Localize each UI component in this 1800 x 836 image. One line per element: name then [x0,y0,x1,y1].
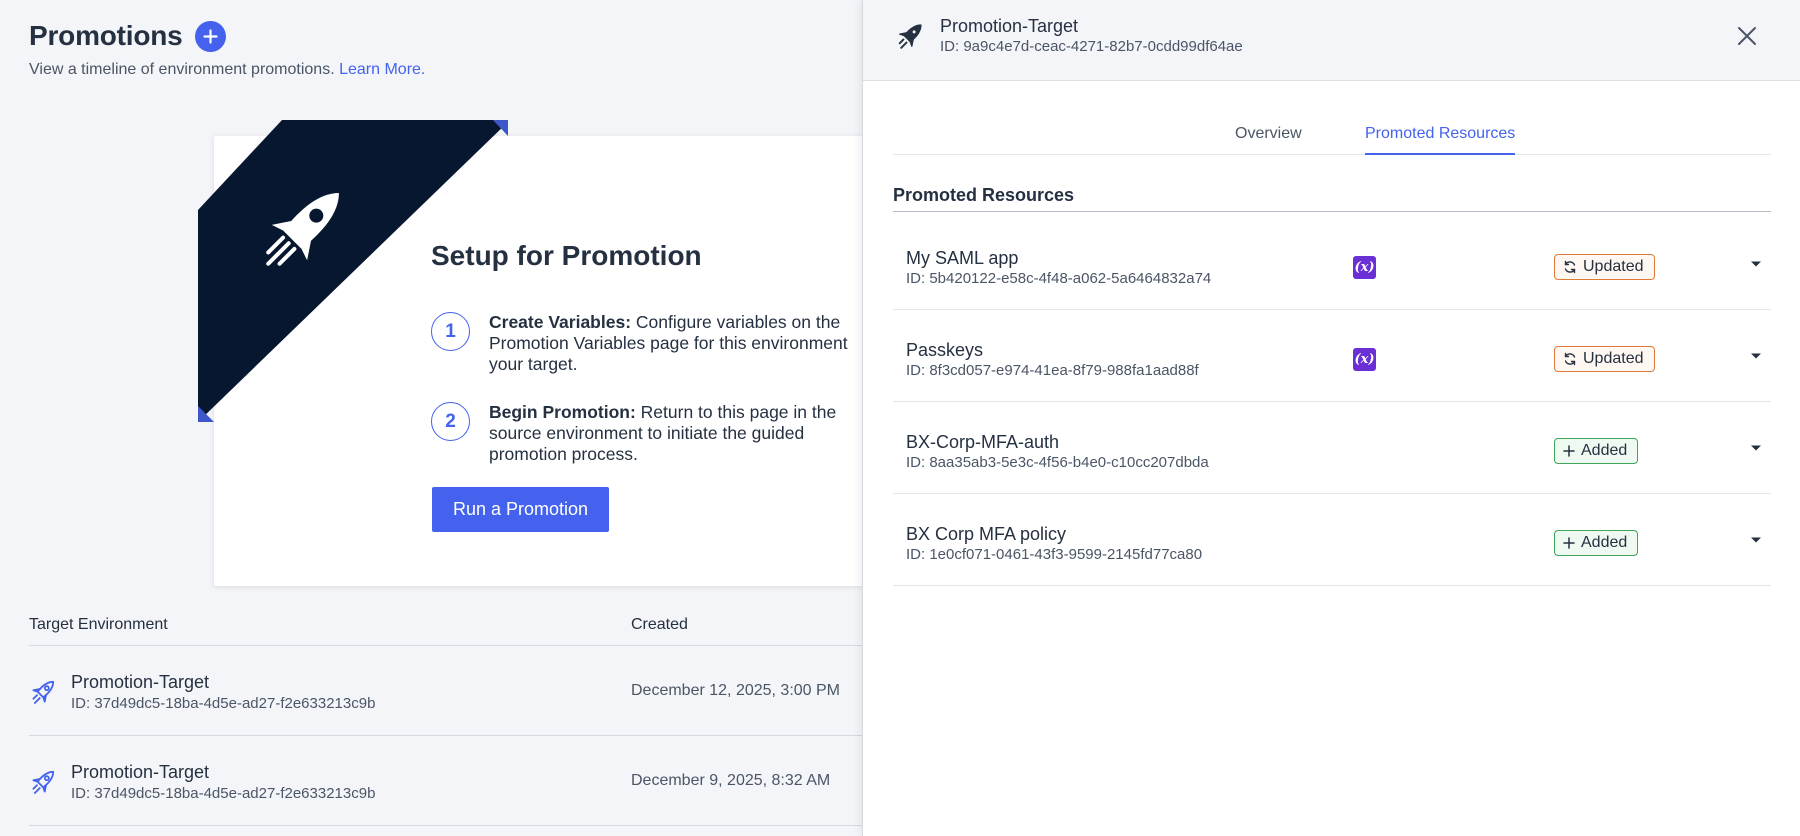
sync-icon [1563,352,1577,366]
resource-row[interactable]: BX-Corp-MFA-auth ID: 8aa35ab3-5e3c-4f56-… [893,402,1771,494]
resource-id: ID: 5b420122-e58c-4f48-a062-5a6464832a74 [906,270,1212,287]
resource-row[interactable]: BX Corp MFA policy ID: 1e0cf071-0461-43f… [893,494,1771,586]
plus-icon [202,28,218,44]
plus-icon [1563,537,1575,549]
step-number: 2 [431,402,470,441]
promotion-details-drawer: Promotion-Target ID: 9a9c4e7d-ceac-4271-… [862,0,1800,836]
row-id: ID: 37d49dc5-18ba-4d5e-ad27-f2e633213c9b [71,695,376,712]
page-subtitle: View a timeline of environment promotion… [29,61,425,79]
drawer-title: Promotion-Target [940,16,1079,36]
section-title: Promoted Resources [893,185,1771,212]
table-header: Target Environment Created [29,616,862,646]
resource-row[interactable]: Passkeys ID: 8f3cd057-e974-41ea-8f79-988… [893,310,1771,402]
resource-id: ID: 8aa35ab3-5e3c-4f56-b4e0-c10cc207dbda [906,454,1209,471]
run-promotion-button[interactable]: Run a Promotion [432,487,609,532]
plus-icon [1563,445,1575,457]
row-id: ID: 37d49dc5-18ba-4d5e-ad27-f2e633213c9b [71,785,376,802]
chevron-down-icon[interactable] [1750,536,1762,544]
status-label: Updated [1583,258,1644,275]
resource-id: ID: 1e0cf071-0461-43f3-9599-2145fd77ca80 [906,546,1203,563]
table-row[interactable]: Promotion-Target ID: 37d49dc5-18ba-4d5e-… [29,736,862,826]
subtitle-text: View a timeline of environment promotion… [29,61,335,78]
setup-step-2: 2 Begin Promotion: Return to this page i… [431,402,862,465]
step-text: Begin Promotion: Return to this page in … [489,402,862,465]
status-badge: Updated [1554,346,1655,372]
status-badge: Updated [1554,254,1655,280]
status-label: Updated [1583,350,1644,367]
row-created: December 12, 2025, 3:00 PM [631,682,841,699]
drawer-header: Promotion-Target ID: 9a9c4e7d-ceac-4271-… [863,0,1800,81]
status-badge: Added [1554,530,1639,556]
status-label: Added [1581,442,1628,459]
rocket-outline-icon [898,24,922,49]
resource-name: My SAML app [906,248,1019,268]
resource-name: BX-Corp-MFA-auth [906,432,1060,452]
row-name: Promotion-Target [71,762,210,782]
drawer-id: ID: 9a9c4e7d-ceac-4271-82b7-0cdd99df64ae [940,38,1243,55]
close-icon [1738,27,1756,45]
variable-icon: (x) [1353,256,1376,279]
step-heading: Begin Promotion: [489,402,636,422]
table-row[interactable]: Promotion-Target ID: 37d49dc5-18ba-4d5e-… [29,646,862,736]
chevron-down-icon[interactable] [1750,444,1762,452]
resource-name: Passkeys [906,340,984,360]
tab-promoted-resources[interactable]: Promoted Resources [1365,125,1516,155]
step-text: Create Variables: Configure variables on… [489,312,862,375]
column-header-created: Created [631,616,688,633]
page-title: Promotions [29,20,183,51]
add-promotion-button[interactable] [194,20,226,52]
variable-icon: (x) [1353,348,1376,371]
sync-icon [1563,260,1577,274]
close-button[interactable] [1735,24,1759,48]
step-heading: Create Variables: [489,312,632,332]
step-number: 1 [431,312,470,351]
rocket-outline-icon [32,770,55,794]
rocket-outline-icon [32,680,55,704]
resource-name: BX Corp MFA policy [906,524,1067,544]
row-created: December 9, 2025, 8:32 AM [631,772,831,789]
drawer-tabs: Overview Promoted Resources [893,121,1771,155]
learn-more-link[interactable]: Learn More. [339,61,425,78]
promotions-page: Promotions View a timeline of environmen… [0,0,862,836]
page-header: Promotions [29,20,226,52]
row-name: Promotion-Target [71,672,210,692]
setup-title: Setup for Promotion [431,240,702,271]
setup-step-1: 1 Create Variables: Configure variables … [431,312,862,375]
column-header-target: Target Environment [29,616,168,633]
resource-id: ID: 8f3cd057-e974-41ea-8f79-988fa1aad88f [906,362,1199,379]
resource-row[interactable]: My SAML app ID: 5b420122-e58c-4f48-a062-… [893,218,1771,310]
chevron-down-icon[interactable] [1750,352,1762,360]
status-badge: Added [1554,438,1639,464]
status-label: Added [1581,534,1628,551]
tab-overview[interactable]: Overview [1235,125,1302,155]
chevron-down-icon[interactable] [1750,260,1762,268]
